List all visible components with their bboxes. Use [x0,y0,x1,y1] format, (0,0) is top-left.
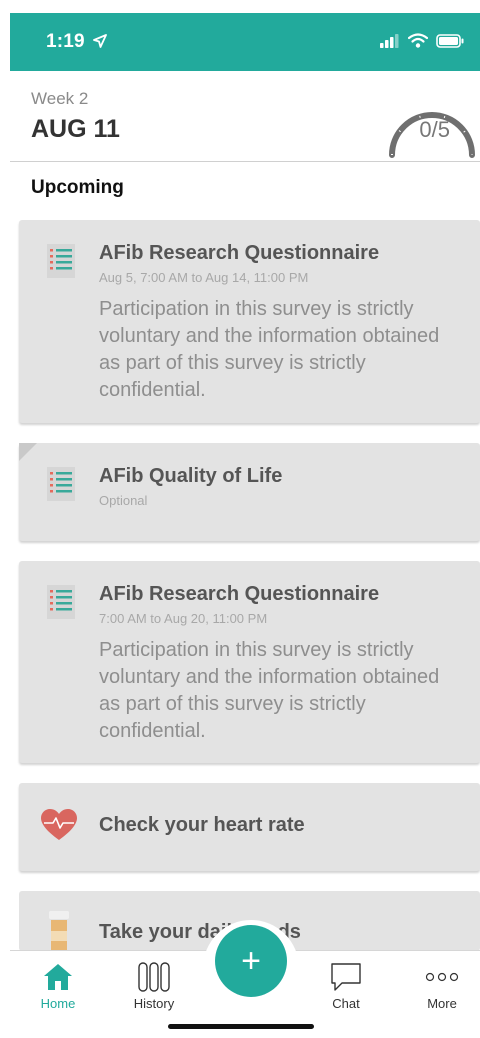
status-time-text: 1:19 [46,31,85,52]
task-card[interactable]: AFib Research Questionnaire Aug 5, 7:00 … [19,220,480,423]
battery-icon [436,33,464,48]
tab-label: More [427,996,457,1011]
checklist-icon [47,585,75,619]
signal-icon [380,33,399,48]
task-card[interactable]: AFib Quality of Life Optional [19,443,480,541]
status-time: 1:19 [46,31,108,53]
card-title: AFib Quality of Life [99,465,283,487]
card-title: AFib Research Questionnaire [99,242,380,264]
tab-label: History [133,996,175,1011]
more-icon [425,972,459,982]
pill-bottle-icon [49,911,69,951]
card-description: Participation in this survey is strictly… [99,639,440,742]
tab-chat[interactable]: Chat [306,951,386,1021]
status-icons [380,33,464,48]
tab-home[interactable]: Home [18,951,98,1021]
home-indicator[interactable] [168,1024,314,1029]
chat-icon [331,963,361,991]
wifi-icon [408,33,428,48]
home-icon [44,964,72,990]
week-header: Week 2 AUG 11 0/5 [10,71,480,162]
tab-label: Home [40,996,76,1011]
card-description: Participation in this survey is strictly… [99,298,440,401]
task-card[interactable]: AFib Research Questionnaire 7:00 AM to A… [19,561,480,763]
card-subtitle: Optional [99,493,148,508]
card-subtitle: 7:00 AM to Aug 20, 11:00 PM [99,611,268,626]
status-bar: 1:19 [10,13,480,71]
date-label: AUG 11 [31,115,120,143]
card-title: Check your heart rate [99,814,305,836]
checklist-icon [47,467,75,501]
checklist-icon [47,244,75,278]
optional-corner-marker [19,443,37,461]
tab-history[interactable]: History [114,951,194,1021]
section-title: Upcoming [31,177,124,198]
week-label: Week 2 [31,89,89,108]
plus-icon: + [241,941,261,980]
card-subtitle: Aug 5, 7:00 AM to Aug 14, 11:00 PM [99,270,309,285]
tab-label: Chat [332,996,360,1011]
history-icon [138,962,170,992]
add-button[interactable]: + [215,925,287,997]
task-card[interactable]: Check your heart rate [19,783,480,871]
location-arrow-icon [93,34,108,48]
card-title: AFib Research Questionnaire [99,583,380,605]
tab-more[interactable]: More [402,951,480,1021]
progress-text: 0/5 [419,117,450,142]
heart-rate-icon [41,809,77,840]
